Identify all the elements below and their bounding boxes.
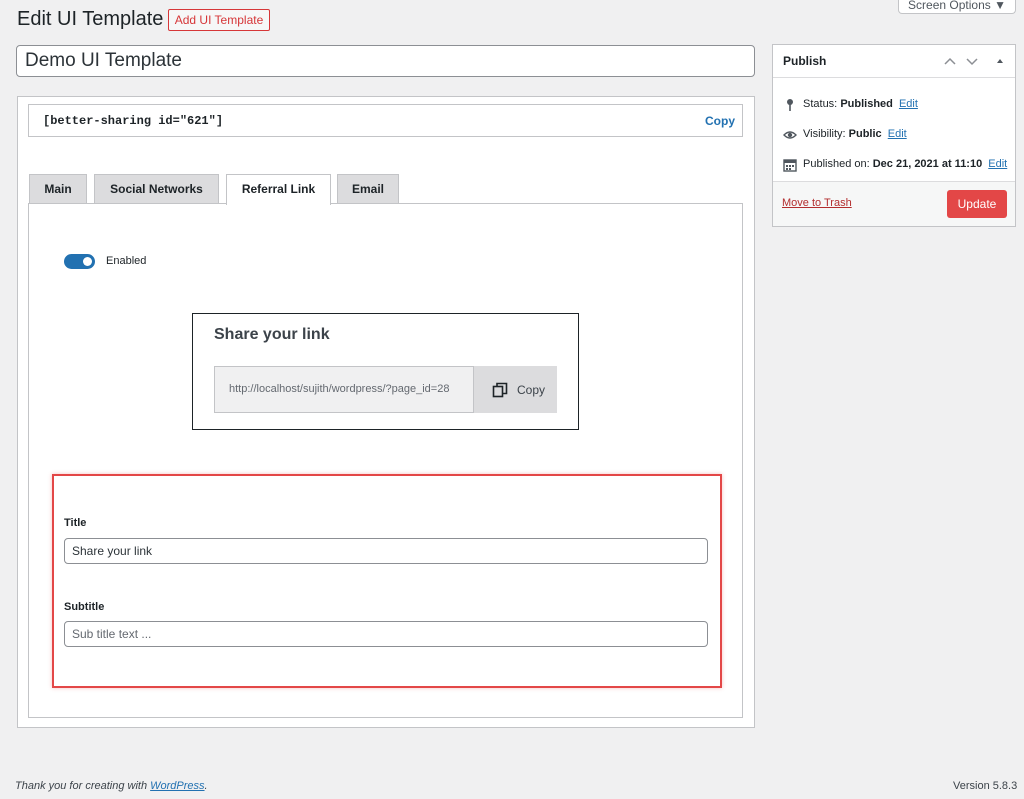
tab-social-networks[interactable]: Social Networks <box>94 174 219 204</box>
status-label: Status: <box>803 98 838 110</box>
screen-options-button[interactable]: Screen Options ▼ <box>898 0 1016 14</box>
visibility-row: Visibility: Public Edit <box>783 128 907 140</box>
tab-referral-link[interactable]: Referral Link <box>226 174 331 205</box>
visibility-value: Public <box>848 128 882 140</box>
chevron-down-icon[interactable] <box>965 55 979 67</box>
status-row: Status: Published Edit <box>783 98 918 111</box>
add-ui-template-button[interactable]: Add UI Template <box>168 9 270 31</box>
footer-thanks-suffix: . <box>204 780 208 792</box>
highlight-box <box>52 474 722 688</box>
collapse-caret-icon[interactable] <box>993 55 1007 67</box>
subtitle-input[interactable] <box>64 621 708 647</box>
published-on-row: Published on: Dec 21, 2021 at 11:10 Edit <box>783 158 1007 172</box>
page-title: Edit UI Template <box>17 8 164 30</box>
post-title-input[interactable]: Demo UI Template <box>16 45 755 77</box>
footer-version: Version 5.8.3 <box>953 780 1018 792</box>
publish-header-divider <box>773 77 1015 78</box>
enabled-toggle-label: Enabled <box>106 255 147 267</box>
footer-thanks-prefix: Thank you for creating with <box>15 780 151 792</box>
pin-icon <box>787 99 793 111</box>
toggle-knob <box>83 257 92 266</box>
preview-copy-label: Copy <box>517 383 546 397</box>
title-input[interactable] <box>64 538 708 564</box>
visibility-edit-link[interactable]: Edit <box>888 128 907 140</box>
eye-icon <box>783 131 797 139</box>
preview-url-field[interactable]: http://localhost/sujith/wordpress/?page_… <box>214 366 474 413</box>
publish-title: Publish <box>783 54 827 68</box>
status-edit-link[interactable]: Edit <box>899 98 918 110</box>
subtitle-label: Subtitle <box>64 601 105 613</box>
shortcode-copy-button[interactable]: Copy <box>705 114 735 128</box>
status-value: Published <box>840 98 893 110</box>
wordpress-link[interactable]: WordPress <box>150 780 204 792</box>
footer-thanks: Thank you for creating with WordPress. <box>15 780 208 792</box>
copy-icon <box>492 382 508 398</box>
enabled-toggle[interactable] <box>64 254 95 269</box>
tab-email[interactable]: Email <box>337 174 399 204</box>
published-on-label: Published on: <box>803 158 870 170</box>
tab-main[interactable]: Main <box>29 174 87 204</box>
shortcode-text: [better-sharing id="621"] <box>43 114 224 128</box>
move-to-trash-link[interactable]: Move to Trash <box>782 197 852 209</box>
preview-title: Share your link <box>214 326 330 343</box>
visibility-label: Visibility: <box>803 128 846 140</box>
title-label: Title <box>64 517 87 529</box>
published-on-value: Dec 21, 2021 at 11:10 <box>872 158 983 170</box>
published-on-edit-link[interactable]: Edit <box>988 158 1007 170</box>
preview-copy-button[interactable]: Copy <box>474 366 557 413</box>
calendar-icon <box>783 159 797 172</box>
chevron-up-icon[interactable] <box>943 55 957 67</box>
update-button[interactable]: Update <box>947 190 1007 218</box>
